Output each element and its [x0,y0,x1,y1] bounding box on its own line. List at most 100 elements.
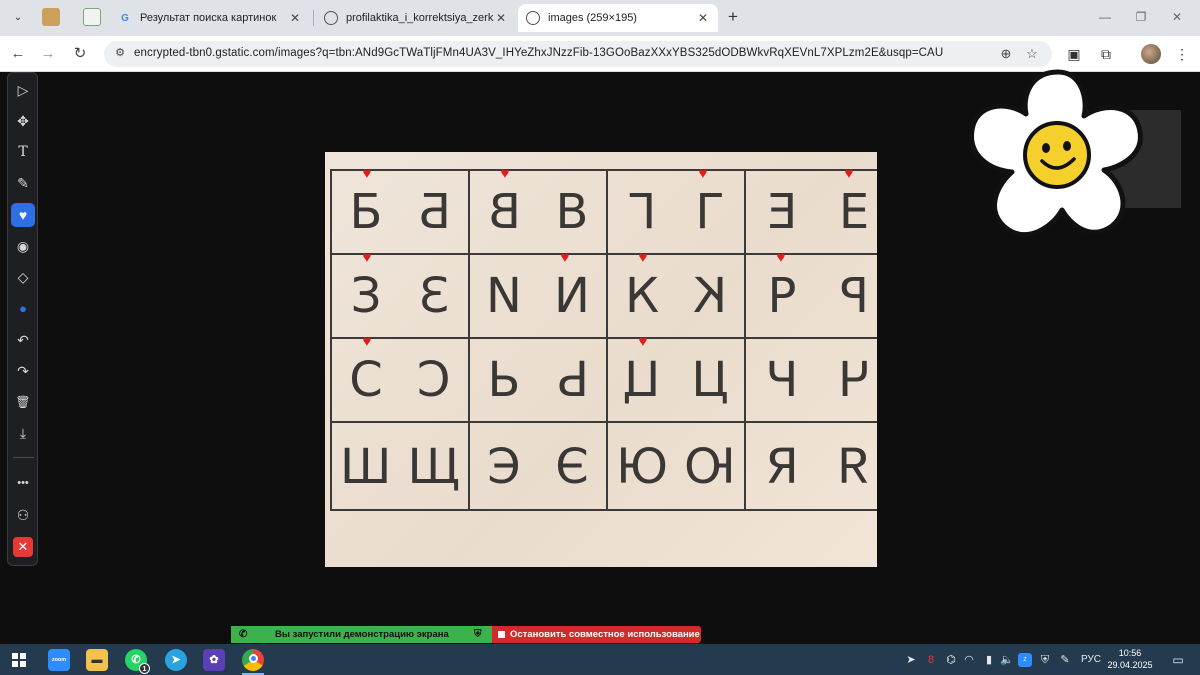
app-tray-icon[interactable]: 8 [924,653,938,667]
letter-cell: ЭЄ [470,423,608,511]
screen-share-text: Вы запустили демонстрацию экрана [275,629,449,640]
volume-icon[interactable]: 🔈 [1000,653,1014,667]
tab-images[interactable]: images (259×195) ✕ [518,4,718,32]
minimize-icon[interactable]: — [1096,8,1114,26]
heart-stamp-icon: ♥ [638,333,648,350]
pen-tool-icon[interactable]: ✎ [11,171,35,195]
screen-share-status: ✆ Вы запустили демонстрацию экрана ⛨ [231,626,492,643]
letter-glyph: И [554,268,590,324]
undo-icon[interactable]: ↶ [11,328,35,352]
reload-icon[interactable]: ↻ [70,44,90,64]
extensions-puzzle-icon[interactable]: ⧉ [1096,44,1116,64]
flower-smiley-sticker [969,69,1143,237]
notification-badge: 1 [139,663,150,674]
letter-glyph: Г [695,184,725,240]
heart-stamp-icon: ♥ [500,165,510,182]
url-text[interactable]: encrypted-tbn0.gstatic.com/images?q=tbn:… [134,47,943,59]
app-flower-icon[interactable]: ✿ [203,649,225,671]
heart-stamp-icon: ♥ [560,249,570,266]
zoom-tray-icon[interactable]: z [1018,653,1032,667]
letter-glyph: Б [349,184,383,240]
zoom-app-icon[interactable]: zoom [48,649,70,671]
letter-glyph: Є [555,439,589,495]
letter-cell: СС [332,339,470,423]
windows-start-icon[interactable] [12,653,26,667]
tab-search-icon[interactable]: ⌄ [8,7,28,27]
letter-glyph: Ь [487,352,521,408]
bookmark-star-icon[interactable]: ☆ [1024,46,1040,62]
redo-icon[interactable]: ↷ [11,359,35,383]
file-explorer-icon[interactable]: ▬ [86,649,108,671]
save-download-icon[interactable]: ⤓ [11,421,35,445]
move-tool-icon[interactable]: ✥ [11,109,35,133]
letter-glyph: Ш [340,439,392,495]
letter-glyph: Э [487,439,521,495]
close-tab-icon[interactable]: ✕ [288,11,302,25]
letter-grid: Б Б ♥ В В ♥ Г Г ♥ Е Е ♥ З З ♥ И И ♥ К К ♥ Р Р ♥ С С ♥ Ь Ь Ц Ц ♥ Ч Ч Ш Щ Э Є Ю Ю… [330,165,877,511]
profile-avatar[interactable] [1141,44,1161,64]
tab-title: profilaktika_i_korrektsiya_zerkal [346,12,494,24]
site-info-icon[interactable]: ⚙ [112,46,128,62]
back-icon[interactable]: ← [8,44,28,64]
close-annotation-icon[interactable]: ✕ [13,537,33,557]
letter-glyph: К [624,268,660,324]
wifi-icon[interactable]: ◠ [962,653,976,667]
stop-share-button[interactable]: Остановить совместное использование [492,626,701,643]
stop-square-icon [498,631,505,638]
forward-icon[interactable]: → [38,44,58,64]
letter-glyph: З [418,268,450,324]
new-tab-button[interactable]: + [724,8,742,26]
telegram-tray-icon[interactable]: ➤ [904,653,918,667]
letter-cell: РР [746,255,877,339]
menu-icon[interactable]: ⋮ [1172,44,1192,64]
pinned-tab-1[interactable] [42,8,60,26]
pen-tray-icon[interactable]: ✎ [1058,653,1072,667]
tab-title: images (259×195) [548,12,637,24]
letter-glyph: С [417,352,451,408]
taskbar: zoom ▬ ✆ 1 ➤ ✿ ➤ 8 ⌬ ◠ ▮ 🔈 z ⛨ ✎ РУС 10:… [0,644,1200,675]
letter-glyph: Б [417,184,451,240]
notification-icon[interactable]: ▭ [1170,653,1186,667]
zoom-icon[interactable]: ⊕ [998,46,1014,62]
security-tray-icon[interactable]: ⛨ [1038,653,1052,667]
heart-stamp-icon: ♥ [362,333,372,350]
clock[interactable]: 10:56 29.04.2025 [1104,647,1156,671]
select-tool-icon[interactable]: ▷ [11,78,35,102]
pinned-tab-2[interactable] [83,8,101,26]
spotlight-tool-icon[interactable]: ◉ [11,234,35,258]
eraser-tool-icon[interactable]: ◇ [11,265,35,289]
restore-icon[interactable]: ❐ [1132,8,1150,26]
letter-glyph: Е [766,184,798,240]
letter-cell: ШЩ [332,423,470,511]
globe-icon [324,11,338,25]
tab-profilaktika[interactable]: profilaktika_i_korrektsiya_zerkal ✕ [316,4,516,32]
close-tab-icon[interactable]: ✕ [696,11,710,25]
tab-google-results[interactable]: G Результат поиска картинок ✕ [110,4,310,32]
close-window-icon[interactable]: ✕ [1168,8,1186,26]
phone-icon: ✆ [239,629,248,640]
whatsapp-icon[interactable]: ✆ 1 [125,649,150,674]
telegram-icon[interactable]: ➤ [165,649,187,671]
letter-glyph: С [349,352,383,408]
heart-stamp-icon: ♥ [776,249,786,266]
participants-icon[interactable]: ⚇ [11,503,35,527]
letter-cell: ЧЧ [746,339,877,423]
heart-stamp-icon: ♥ [638,249,648,266]
stamp-heart-icon[interactable]: ♥ [11,203,35,227]
network-icon[interactable]: ⌬ [944,653,958,667]
chrome-icon[interactable] [242,649,264,671]
color-picker-icon[interactable]: ● [11,297,35,321]
clock-time: 10:56 [1118,648,1142,658]
trash-icon[interactable]: 🗑 [11,390,35,414]
tab-title: Результат поиска картинок [140,12,277,24]
text-tool-icon[interactable]: T [11,140,35,164]
address-bar[interactable]: ⚙ encrypted-tbn0.gstatic.com/images?q=tb… [104,41,1052,67]
battery-icon[interactable]: ▮ [982,653,996,667]
letter-glyph: Я [765,439,799,495]
language-indicator[interactable]: РУС [1080,653,1102,667]
extension-icon[interactable]: ▣ [1064,44,1084,64]
clock-date: 29.04.2025 [1107,660,1153,670]
close-tab-icon[interactable]: ✕ [494,11,508,25]
more-icon[interactable]: ••• [11,471,35,495]
annotation-toolbar: ▷ ✥ T ✎ ♥ ◉ ◇ ● ↶ ↷ 🗑 ⤓ ••• ⚇ ✕ [7,72,38,566]
